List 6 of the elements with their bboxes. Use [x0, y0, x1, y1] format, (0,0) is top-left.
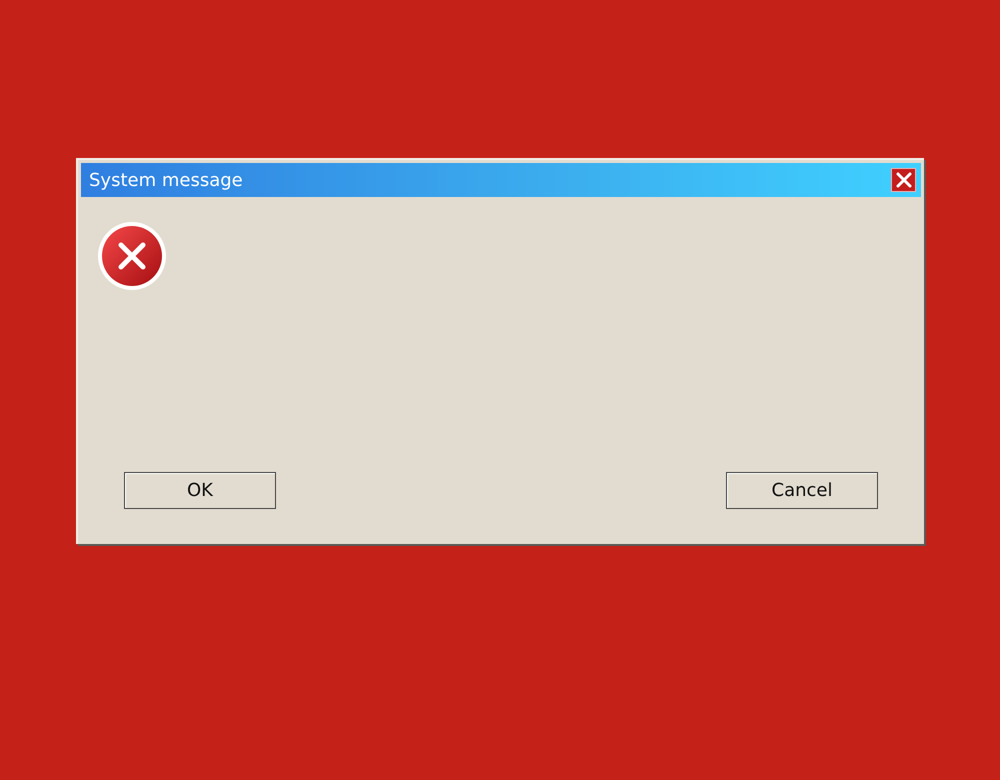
close-icon	[896, 172, 912, 188]
close-button[interactable]	[891, 168, 916, 192]
window-title: System message	[89, 168, 243, 192]
error-icon	[97, 221, 167, 291]
ok-button[interactable]: OK	[124, 472, 276, 509]
cancel-button[interactable]: Cancel	[726, 472, 878, 509]
